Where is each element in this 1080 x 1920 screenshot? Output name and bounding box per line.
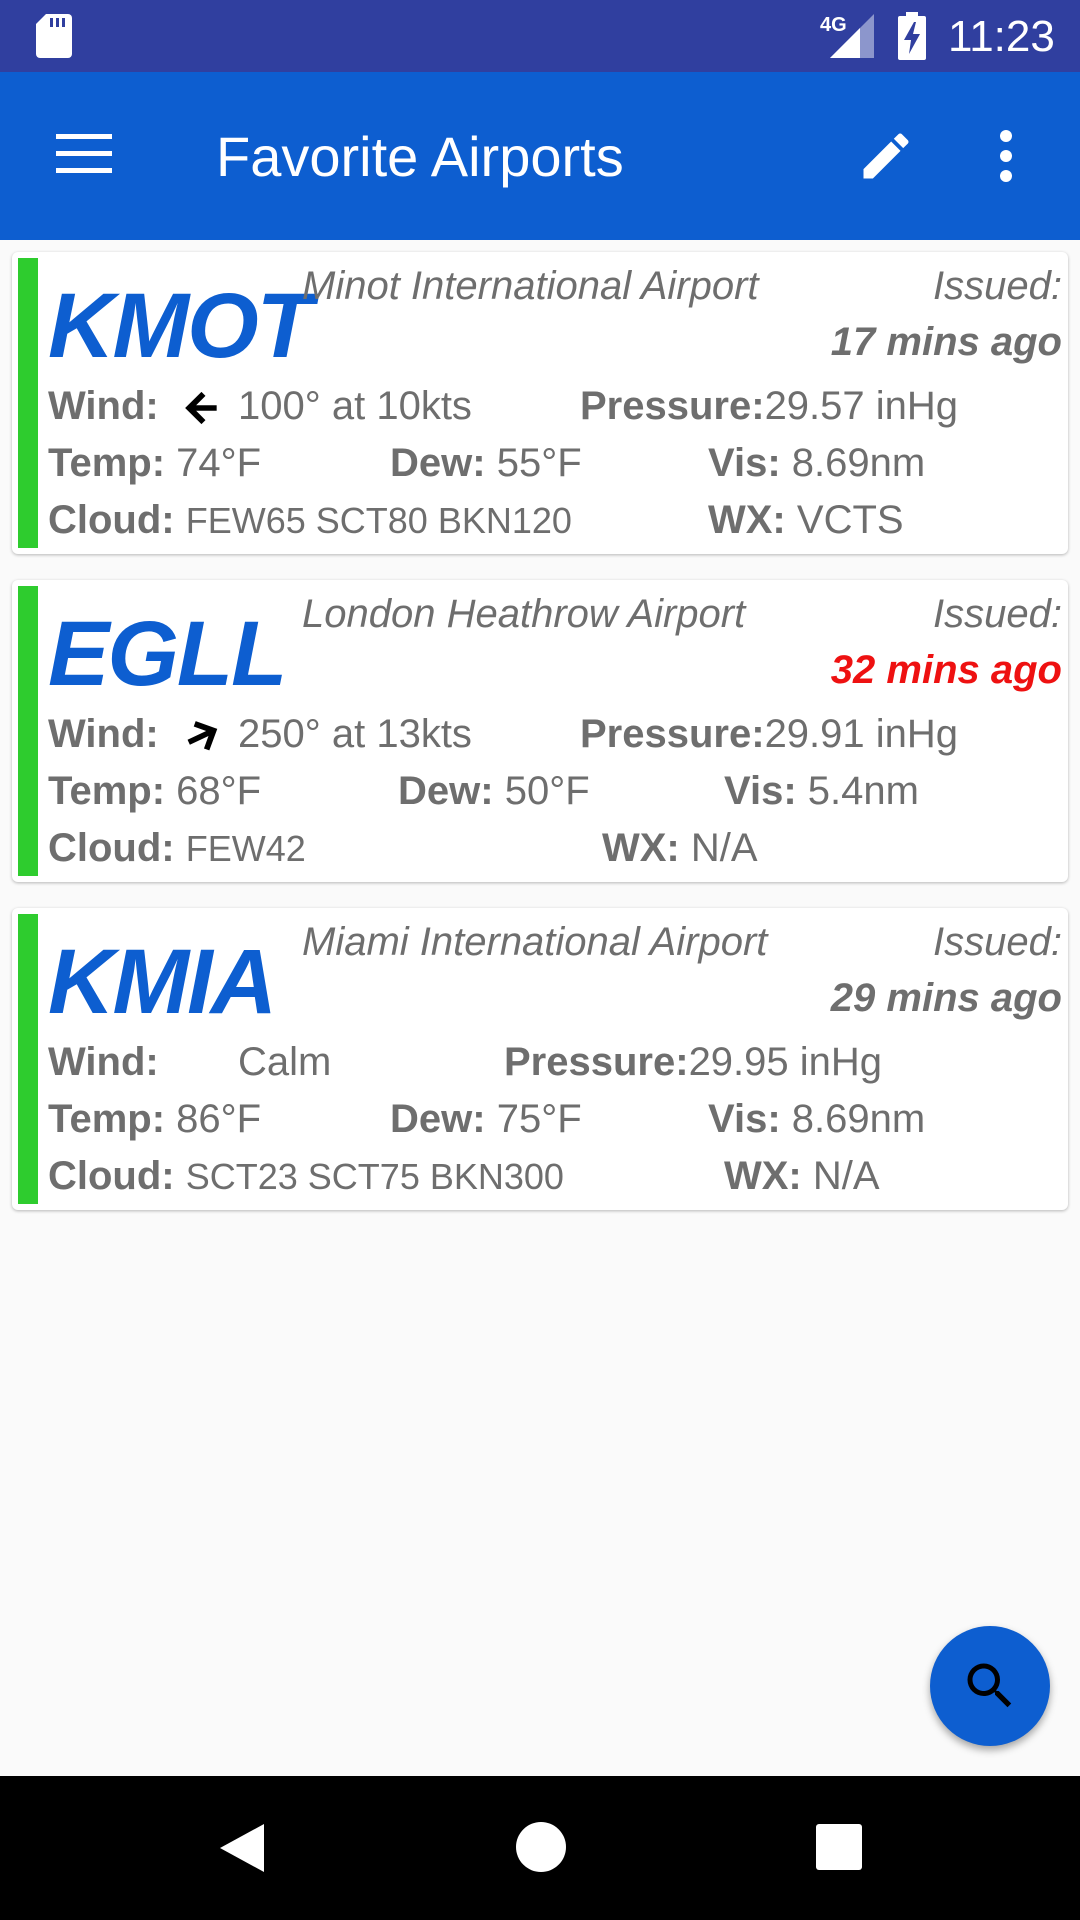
vis-field: Vis: 8.69nm xyxy=(708,441,926,485)
system-nav-bar xyxy=(0,1776,1080,1920)
cloud-field: Cloud: FEW42 xyxy=(48,826,306,870)
dew-field: Dew: 55°F xyxy=(390,441,582,485)
airport-card[interactable]: EGLL London Heathrow Airport Issued: 32 … xyxy=(12,580,1068,882)
issued-time: 32 mins ago xyxy=(830,648,1062,692)
airport-card[interactable]: KMOT Minot International Airport Issued:… xyxy=(12,252,1068,554)
pressure-field: Pressure:29.95 inHg xyxy=(504,1040,883,1084)
app-bar: Favorite Airports xyxy=(0,72,1080,240)
icao-code: KMOT xyxy=(48,275,313,377)
issued-label: Issued: xyxy=(933,920,1062,964)
menu-icon[interactable] xyxy=(56,134,112,174)
airport-card[interactable]: KMIA Miami International Airport Issued:… xyxy=(12,908,1068,1210)
icao-code: EGLL xyxy=(48,603,287,705)
home-icon[interactable] xyxy=(516,1822,566,1872)
recents-icon[interactable] xyxy=(816,1824,862,1870)
more-vert-icon[interactable] xyxy=(996,126,1016,186)
wind-label: Wind: xyxy=(48,712,159,756)
edit-icon[interactable] xyxy=(856,126,916,186)
issued-time: 17 mins ago xyxy=(830,320,1062,364)
pressure-field: Pressure:29.57 inHg xyxy=(580,384,959,428)
temp-field: Temp: 86°F xyxy=(48,1097,262,1141)
search-button[interactable] xyxy=(930,1626,1050,1746)
wind-label: Wind: xyxy=(48,1040,159,1084)
airport-list: KMOT Minot International Airport Issued:… xyxy=(12,252,1068,1236)
wind-label: Wind: xyxy=(48,384,159,428)
icao-code: KMIA xyxy=(48,931,277,1033)
wx-field: WX: N/A xyxy=(602,826,758,870)
wind-value: Calm xyxy=(238,1040,332,1084)
temp-field: Temp: 74°F xyxy=(48,441,262,485)
cloud-field: Cloud: SCT23 SCT75 BKN300 xyxy=(48,1154,564,1198)
cloud-field: Cloud: FEW65 SCT80 BKN120 xyxy=(48,498,572,542)
temp-field: Temp: 68°F xyxy=(48,769,262,813)
dew-field: Dew: 50°F xyxy=(398,769,590,813)
wind-value: 100° at 10kts xyxy=(238,384,472,428)
wx-field: WX: N/A xyxy=(724,1154,880,1198)
clock: 11:23 xyxy=(948,12,1055,61)
issued-label: Issued: xyxy=(933,592,1062,636)
arrow-left-icon xyxy=(185,391,217,425)
pressure-field: Pressure:29.91 inHg xyxy=(580,712,959,756)
wx-field: WX: VCTS xyxy=(708,498,904,542)
battery-charging-icon xyxy=(898,12,926,60)
search-icon xyxy=(967,1663,1012,1708)
vis-field: Vis: 8.69nm xyxy=(708,1097,926,1141)
dew-field: Dew: 75°F xyxy=(390,1097,582,1141)
vis-field: Vis: 5.4nm xyxy=(724,769,919,813)
flight-category-bar xyxy=(18,586,38,876)
signal-icon xyxy=(830,14,874,58)
flight-category-bar xyxy=(18,258,38,548)
sd-card-icon xyxy=(36,14,72,58)
wind-value: 250° at 13kts xyxy=(238,712,472,756)
flight-category-bar xyxy=(18,914,38,1204)
airport-name: Miami International Airport xyxy=(302,920,768,964)
airport-name: London Heathrow Airport xyxy=(302,592,746,636)
status-bar: 4G 11:23 xyxy=(0,0,1080,72)
issued-time: 29 mins ago xyxy=(830,976,1062,1020)
arrow-up-right-icon xyxy=(187,721,218,751)
back-icon[interactable] xyxy=(216,1822,268,1874)
issued-label: Issued: xyxy=(933,264,1062,308)
airport-name: Minot International Airport xyxy=(302,264,759,308)
page-title: Favorite Airports xyxy=(216,125,624,188)
